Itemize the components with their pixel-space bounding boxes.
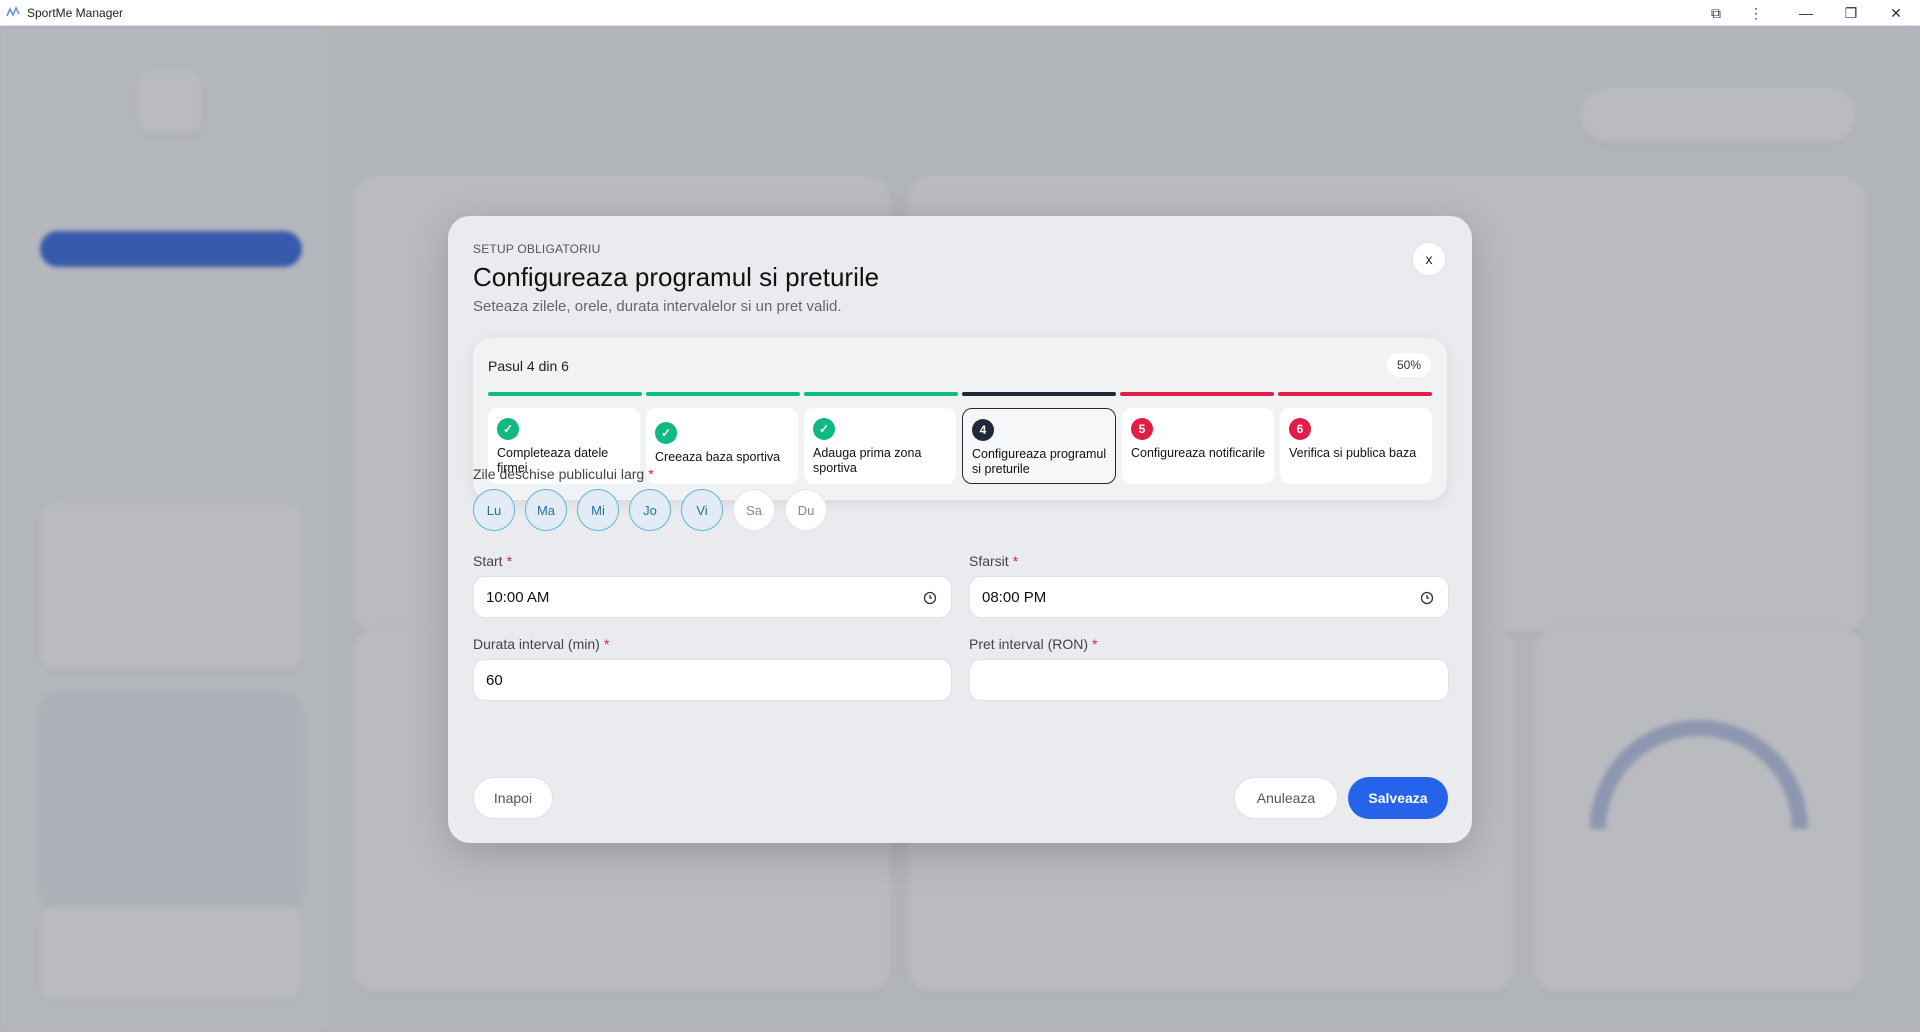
restore-button[interactable]: ❐ bbox=[1831, 0, 1871, 26]
back-button[interactable]: Inapoi bbox=[473, 777, 553, 819]
required-mark: * bbox=[1012, 553, 1019, 569]
day-toggle-mi[interactable]: Mi bbox=[577, 489, 619, 531]
progress-bar-segment bbox=[1120, 392, 1274, 396]
modal-subtitle: Seteaza zilele, orele, durata intervalel… bbox=[473, 298, 842, 315]
start-time-input[interactable]: 10:00 AM bbox=[473, 576, 952, 618]
end-time-input[interactable]: 08:00 PM bbox=[969, 576, 1449, 618]
check-icon: ✓ bbox=[497, 418, 519, 440]
check-icon: ✓ bbox=[655, 422, 677, 444]
step-label: Adauga prima zona sportiva bbox=[813, 446, 922, 475]
minimize-button[interactable]: — bbox=[1786, 0, 1826, 26]
progress-bars bbox=[488, 392, 1432, 396]
step-label: Configureaza notificarile bbox=[1131, 446, 1266, 460]
days-selector: Lu Ma Mi Jo Vi Sa Du bbox=[473, 489, 827, 531]
clock-icon[interactable] bbox=[1420, 591, 1434, 605]
end-field-label: Sfarsit * bbox=[969, 553, 1018, 569]
duration-input[interactable]: 60 bbox=[473, 659, 952, 701]
step-number-badge: 4 bbox=[972, 419, 994, 441]
step-label: Verifica si publica baza bbox=[1289, 446, 1417, 460]
required-mark: * bbox=[1092, 636, 1098, 652]
day-toggle-lu[interactable]: Lu bbox=[473, 489, 515, 531]
day-toggle-ma[interactable]: Ma bbox=[525, 489, 567, 531]
required-mark: * bbox=[603, 636, 610, 652]
close-modal-button[interactable]: x bbox=[1412, 242, 1446, 276]
price-input[interactable] bbox=[969, 659, 1449, 701]
duration-value: 60 bbox=[486, 671, 503, 689]
duration-label-text: Durata interval (min) bbox=[473, 636, 600, 652]
days-label-text: Zile deschise publicului larg bbox=[473, 466, 645, 482]
price-label-text: Pret interval (RON) bbox=[969, 636, 1089, 652]
start-field-label: Start * bbox=[473, 553, 512, 569]
step-card-4[interactable]: 4 Configureaza programul si preturile bbox=[962, 408, 1116, 484]
step-card-5[interactable]: 5 Configureaza notificarile bbox=[1122, 408, 1274, 484]
progress-bar-segment bbox=[1278, 392, 1432, 396]
more-menu-icon[interactable]: ⋮ bbox=[1736, 0, 1776, 26]
price-field-label: Pret interval (RON) * bbox=[969, 636, 1097, 652]
step-label: Creeaza baza sportiva bbox=[655, 450, 781, 464]
end-time-value: 08:00 PM bbox=[982, 588, 1047, 606]
day-toggle-vi[interactable]: Vi bbox=[681, 489, 723, 531]
start-time-value: 10:00 AM bbox=[486, 588, 550, 606]
step-counter: Pasul 4 din 6 bbox=[488, 358, 569, 374]
day-toggle-sa[interactable]: Sa bbox=[733, 489, 775, 531]
day-toggle-jo[interactable]: Jo bbox=[629, 489, 671, 531]
days-field-label: Zile deschise publicului larg * bbox=[473, 466, 654, 482]
duration-field-label: Durata interval (min) * bbox=[473, 636, 609, 652]
check-icon: ✓ bbox=[813, 418, 835, 440]
window-title: SportMe Manager bbox=[27, 5, 124, 20]
step-card-3[interactable]: ✓ Adauga prima zona sportiva bbox=[804, 408, 956, 484]
required-mark: * bbox=[648, 466, 654, 482]
modal-title: Configureaza programul si preturile bbox=[473, 262, 880, 292]
progress-bar-segment bbox=[962, 392, 1116, 396]
end-label-text: Sfarsit bbox=[969, 553, 1009, 569]
start-label-text: Start bbox=[473, 553, 503, 569]
step-card-2[interactable]: ✓ Creeaza baza sportiva bbox=[646, 408, 798, 484]
step-number-badge: 6 bbox=[1289, 418, 1311, 440]
required-mark: * bbox=[506, 553, 513, 569]
cancel-button[interactable]: Anuleaza bbox=[1234, 777, 1338, 819]
progress-bar-segment bbox=[804, 392, 958, 396]
step-label: Configureaza programul si preturile bbox=[972, 447, 1107, 476]
extensions-icon[interactable]: ⧉ bbox=[1696, 0, 1736, 26]
progress-bar-segment bbox=[646, 392, 800, 396]
window-titlebar: SportMe Manager ⧉ ⋮ — ❐ ✕ bbox=[0, 0, 1920, 26]
progress-bar-segment bbox=[488, 392, 642, 396]
day-toggle-du[interactable]: Du bbox=[785, 489, 827, 531]
progress-percent-badge: 50% bbox=[1386, 353, 1431, 377]
save-button[interactable]: Salveaza bbox=[1348, 777, 1448, 819]
setup-modal: SETUP OBLIGATORIU Configureaza programul… bbox=[448, 216, 1472, 843]
step-card-6[interactable]: 6 Verifica si publica baza bbox=[1280, 408, 1432, 484]
close-window-button[interactable]: ✕ bbox=[1876, 0, 1916, 26]
step-number-badge: 5 bbox=[1131, 418, 1153, 440]
app-logo-icon bbox=[6, 5, 20, 17]
clock-icon[interactable] bbox=[923, 591, 937, 605]
modal-eyebrow: SETUP OBLIGATORIU bbox=[473, 242, 601, 256]
